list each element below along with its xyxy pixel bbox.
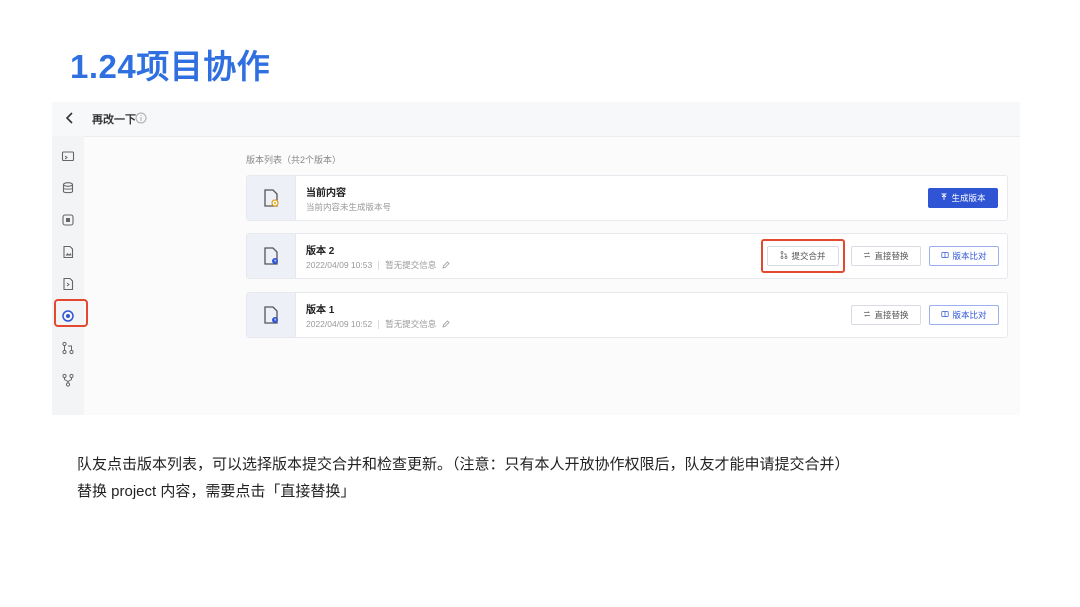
- generate-version-button[interactable]: 生成版本: [928, 188, 998, 208]
- direct-replace-label: 直接替换: [874, 310, 909, 320]
- version-compare-button[interactable]: 版本比对: [929, 246, 999, 266]
- database-icon[interactable]: [58, 178, 78, 198]
- version-meta: 2022/04/09 10:53 暂无提交信息: [306, 259, 450, 271]
- slide-title: 1.24项目协作: [70, 48, 271, 85]
- version-title: 版本 2: [306, 246, 335, 257]
- back-arrow-icon[interactable]: [62, 110, 78, 126]
- direct-replace-button[interactable]: 直接替换: [851, 246, 921, 266]
- image-file-icon[interactable]: [58, 242, 78, 262]
- version-compare-label: 版本比对: [952, 251, 987, 261]
- document-version-icon: [247, 293, 296, 337]
- direct-replace-label: 直接替换: [874, 251, 909, 261]
- divider: [378, 319, 380, 329]
- folder-icon[interactable]: [58, 146, 78, 166]
- version-compare-button[interactable]: 版本比对: [929, 305, 999, 325]
- compare-icon: [941, 310, 950, 320]
- version-card: 版本 2 2022/04/09 10:53 暂无提交信息 提交合并 直接替换 版…: [246, 233, 1008, 279]
- compare-icon: [941, 251, 950, 261]
- slide-caption: 队友点击版本列表，可以选择版本提交合并和检查更新。（注意：只有本人开放协作权限后…: [77, 451, 1037, 505]
- version-note: 暂无提交信息: [385, 260, 437, 270]
- version-title: 版本 1: [306, 305, 335, 316]
- sidebar-highlight-frame: [54, 299, 88, 327]
- version-meta: 2022/04/09 10:52 暂无提交信息: [306, 318, 450, 330]
- caption-line-2: 替换 project 内容，需要点击「直接替换」: [77, 483, 356, 500]
- caption-line-1: 队友点击版本列表，可以选择版本提交合并和检查更新。（注意：只有本人开放协作权限后…: [77, 456, 850, 473]
- direct-replace-button[interactable]: 直接替换: [851, 305, 921, 325]
- sidebar: [52, 136, 84, 415]
- upload-icon: [940, 193, 948, 203]
- version-time: 2022/04/09 10:53: [306, 260, 373, 270]
- replace-icon: [863, 310, 871, 320]
- current-content-card: 当前内容 当前内容未生成版本号 生成版本: [246, 175, 1008, 221]
- version-compare-label: 版本比对: [952, 310, 987, 320]
- version-time: 2022/04/09 10:52: [306, 319, 373, 329]
- edit-icon[interactable]: [442, 320, 450, 328]
- info-icon[interactable]: [135, 111, 147, 124]
- document-version-icon: [247, 234, 296, 278]
- edit-icon[interactable]: [442, 261, 450, 269]
- merge-request-icon[interactable]: [58, 338, 78, 358]
- code-file-icon[interactable]: [58, 274, 78, 294]
- branch-icon[interactable]: [58, 370, 78, 390]
- component-icon[interactable]: [58, 210, 78, 230]
- app-screenshot: 再改一下 版本列表（共2个版本） 当前内容 当前内容未生成版本号 生成版本 版本…: [52, 102, 1020, 415]
- current-content-subtitle-text: 当前内容未生成版本号: [306, 202, 392, 212]
- merge-highlight-frame: [761, 239, 845, 273]
- project-name: 再改一下: [92, 114, 136, 126]
- current-content-title: 当前内容: [306, 188, 346, 199]
- top-bar: 再改一下: [52, 102, 1020, 137]
- current-content-subtitle: 当前内容未生成版本号: [306, 201, 391, 213]
- version-note: 暂无提交信息: [385, 319, 437, 329]
- generate-version-label: 生成版本: [951, 193, 986, 203]
- document-pending-icon: [247, 176, 296, 220]
- divider: [378, 260, 380, 270]
- replace-icon: [863, 251, 871, 261]
- version-card: 版本 1 2022/04/09 10:52 暂无提交信息 直接替换 版本比对: [246, 292, 1008, 338]
- version-list-header: 版本列表（共2个版本）: [246, 155, 342, 165]
